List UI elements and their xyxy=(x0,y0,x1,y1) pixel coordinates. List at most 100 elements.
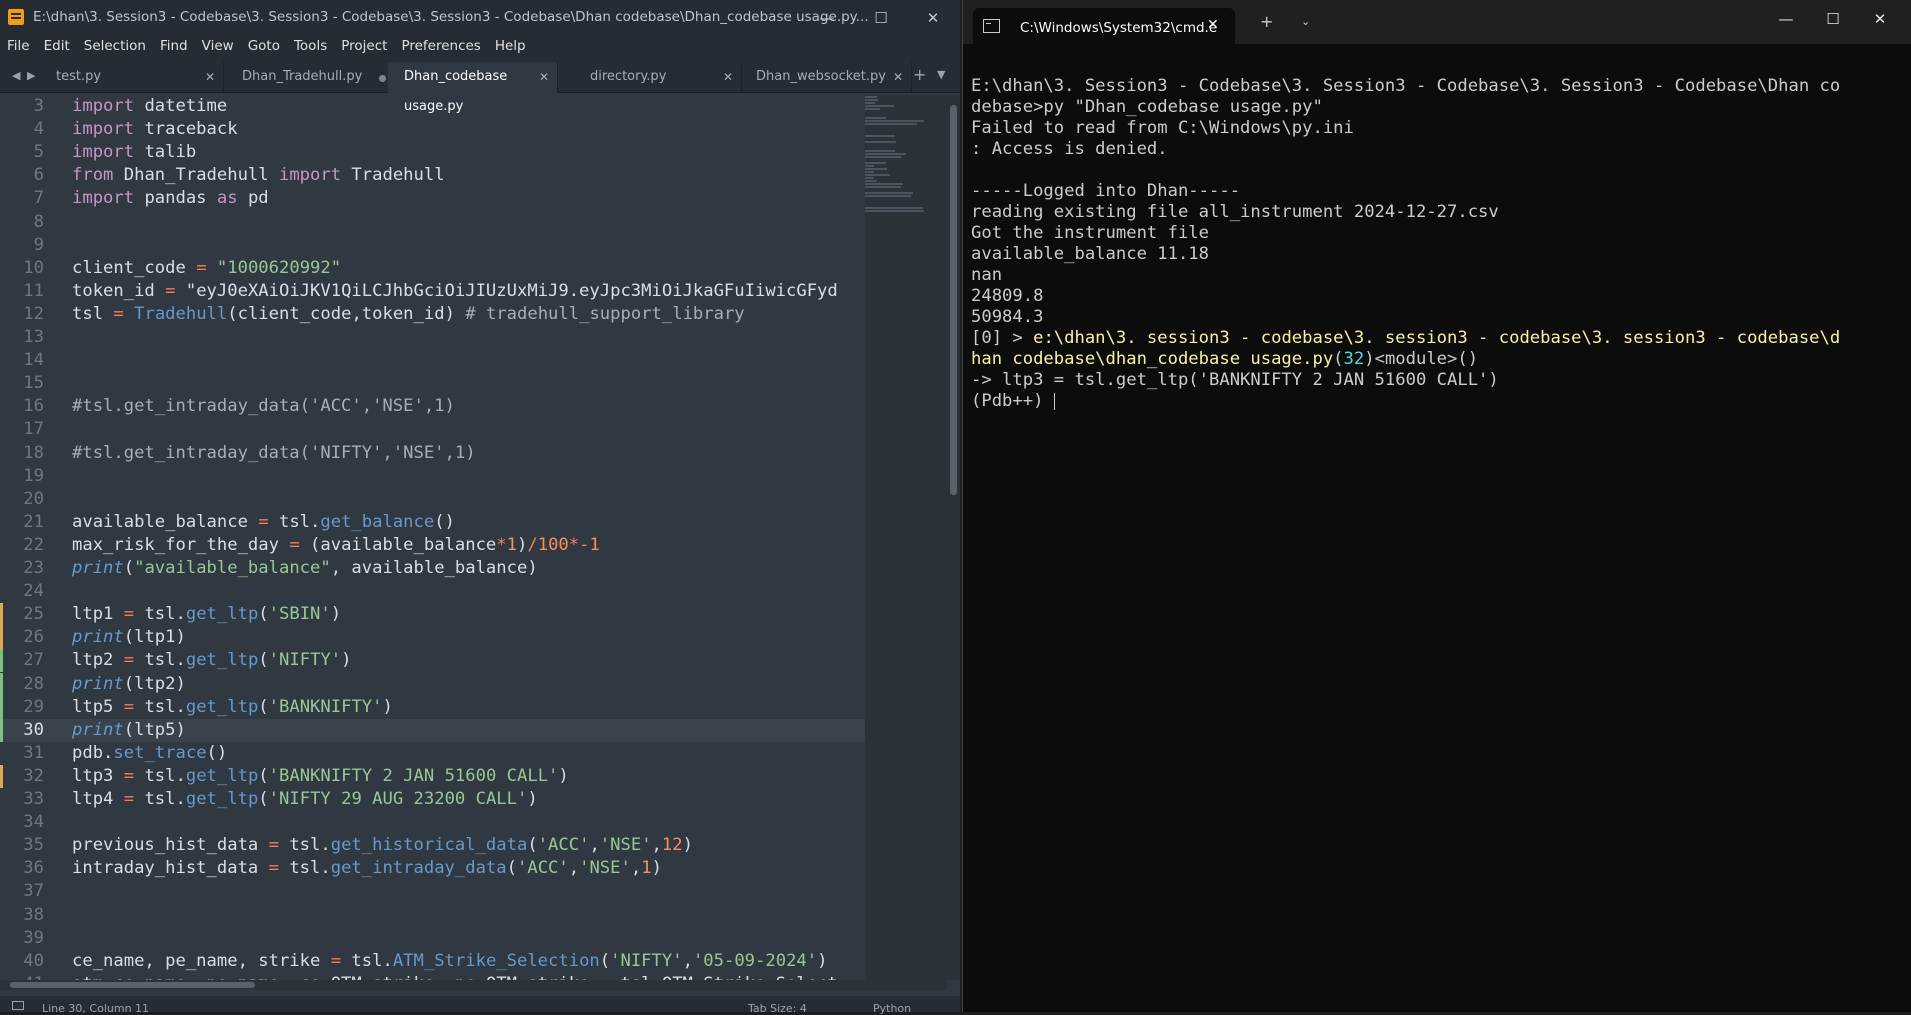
code-line[interactable]: 31 pdb.set_trace() xyxy=(0,742,865,765)
trace-prefix: [0] > xyxy=(971,328,1034,348)
vertical-scroll-thumb[interactable] xyxy=(950,105,957,495)
code-line[interactable]: 18 #tsl.get_intraday_data('NIFTY','NSE',1… xyxy=(0,442,865,465)
code-line[interactable]: 33 ltp4 = tsl.get_ltp('NIFTY 29 AUG 23200… xyxy=(0,788,865,811)
minimize-button[interactable]: — xyxy=(1764,10,1808,28)
close-button[interactable]: ✕ xyxy=(1858,10,1902,28)
tab-2[interactable]: Dhan_codebase usage.py ✕ xyxy=(388,62,558,114)
terminal-titlebar: C:\Windows\System32\cmd.e ✕ + ⌄ — ☐ ✕ xyxy=(963,0,1911,44)
code-line[interactable]: 26 print(ltp1) xyxy=(0,626,865,649)
pdb-prompt-line[interactable]: (Pdb++) xyxy=(971,391,1906,412)
code-line[interactable]: 21 available_balance = tsl.get_balance() xyxy=(0,511,865,534)
code-editor[interactable]: 3 import datetime 4 import traceback 5 import… xyxy=(0,95,960,980)
menu-view[interactable]: View xyxy=(195,35,241,54)
code-line[interactable]: 16 #tsl.get_intraday_data('ACC','NSE',1) xyxy=(0,395,865,418)
menu-edit[interactable]: Edit xyxy=(37,35,77,54)
maximize-button[interactable]: ☐ xyxy=(1811,10,1855,28)
terminal-tab[interactable]: C:\Windows\System32\cmd.e ✕ xyxy=(973,8,1235,44)
new-tab-plus-icon[interactable]: + xyxy=(913,65,926,84)
code-line[interactable]: 40 ce_name, pe_name, strike = tsl.ATM_Str… xyxy=(0,950,865,973)
code-line[interactable]: 27 ltp2 = tsl.get_ltp('NIFTY') xyxy=(0,649,865,672)
code-line[interactable]: 36 intraday_hist_data = tsl.get_intraday_… xyxy=(0,857,865,880)
code-line[interactable]: 7 import pandas as pd xyxy=(0,187,865,210)
code-line[interactable]: 32 ltp3 = tsl.get_ltp('BANKNIFTY 2 JAN 51… xyxy=(0,765,865,788)
terminal-output[interactable]: E:\dhan\3. Session3 - Codebase\3. Sessio… xyxy=(971,76,1906,412)
close-tab-icon[interactable]: ✕ xyxy=(539,62,549,92)
code-line[interactable]: 34 xyxy=(0,811,865,834)
code-line[interactable]: 19 xyxy=(0,465,865,488)
menu-preferences[interactable]: Preferences xyxy=(394,35,487,54)
horizontal-scroll-thumb[interactable] xyxy=(10,982,255,988)
code-line[interactable]: 11 token_id = "eyJ0eXAiOiJKV1QiLCJhbGciOi… xyxy=(0,280,865,303)
close-tab-icon[interactable]: ✕ xyxy=(1207,17,1219,33)
code-line[interactable]: 22 max_risk_for_the_day = (available_bala… xyxy=(0,534,865,557)
code-text: ltp2 = tsl.get_ltp('NIFTY') xyxy=(72,650,352,671)
close-tab-icon[interactable]: ✕ xyxy=(205,62,215,92)
code-line[interactable]: 29 ltp5 = tsl.get_ltp('BANKNIFTY') xyxy=(0,696,865,719)
tab-3[interactable]: directory.py ✕ xyxy=(574,62,742,93)
menu-selection[interactable]: Selection xyxy=(77,35,153,54)
menu-help[interactable]: Help xyxy=(488,35,533,54)
tab-back-icon[interactable]: ◀ xyxy=(12,69,20,82)
code-line[interactable]: 4 import traceback xyxy=(0,118,865,141)
code-line[interactable]: 23 print("available_balance", available_b… xyxy=(0,557,865,580)
code-line[interactable]: 38 xyxy=(0,904,865,927)
code-line[interactable]: 6 from Dhan_Tradehull import Tradehull xyxy=(0,164,865,187)
line-number: 25 xyxy=(23,604,44,625)
trace-line-1: [0] > e:\dhan\3. session3 - codebase\3. … xyxy=(971,328,1906,349)
chevron-down-icon[interactable]: ⌄ xyxy=(1301,15,1310,28)
horizontal-scrollbar[interactable] xyxy=(0,980,947,990)
code-line[interactable]: 24 xyxy=(0,580,865,603)
code-line[interactable]: 39 xyxy=(0,927,865,950)
code-text: print(ltp1) xyxy=(72,627,186,648)
tab-4[interactable]: Dhan_websocket.py ✕ xyxy=(740,62,912,93)
tab-overflow-icon[interactable]: ▼ xyxy=(937,68,945,81)
code-line[interactable]: 8 xyxy=(0,211,865,234)
menu-file[interactable]: File xyxy=(0,35,37,54)
line-number: 5 xyxy=(33,142,44,163)
code-line[interactable]: 15 xyxy=(0,372,865,395)
code-line[interactable]: 14 xyxy=(0,349,865,372)
code-line[interactable]: 12 tsl = Tradehull(client_code,token_id) … xyxy=(0,303,865,326)
maximize-button[interactable]: ☐ xyxy=(859,5,903,31)
code-line[interactable]: 13 xyxy=(0,326,865,349)
code-line[interactable]: 9 xyxy=(0,234,865,257)
line-number: 26 xyxy=(23,627,44,648)
panel-toggle-icon[interactable] xyxy=(12,1001,24,1010)
sublime-logo-icon xyxy=(8,9,24,25)
close-tab-icon[interactable]: ✕ xyxy=(723,62,733,92)
tab-size[interactable]: Tab Size: 4 xyxy=(748,1002,807,1015)
code-line[interactable]: 3 import datetime xyxy=(0,95,865,118)
line-number: 17 xyxy=(23,419,44,440)
code-text: print("available_balance", available_bal… xyxy=(72,558,538,578)
unsaved-dot-icon[interactable] xyxy=(379,75,386,82)
code-line[interactable]: 41 otm_ce_name, pe_name, ce_OTM_strike, p… xyxy=(0,973,865,980)
tab-forward-icon[interactable]: ▶ xyxy=(27,69,35,82)
line-number: 32 xyxy=(23,765,44,786)
menu-find[interactable]: Find xyxy=(153,35,195,54)
code-line[interactable]: 17 xyxy=(0,418,865,441)
code-line[interactable]: 37 xyxy=(0,880,865,903)
code-line[interactable]: 28 print(ltp2) xyxy=(0,673,865,696)
minimize-button[interactable]: — xyxy=(805,5,849,31)
code-line[interactable]: 10 client_code = "1000620992" xyxy=(0,257,865,280)
menu-project[interactable]: Project xyxy=(334,35,394,54)
minimap[interactable] xyxy=(865,95,947,980)
code-line[interactable]: 5 import talib xyxy=(0,141,865,164)
code-line[interactable]: 20 xyxy=(0,488,865,511)
code-line[interactable]: 35 previous_hist_data = tsl.get_historica… xyxy=(0,834,865,857)
close-tab-icon[interactable]: ✕ xyxy=(893,62,903,92)
code-line[interactable]: 30 print(ltp5) xyxy=(0,718,865,742)
menu-goto[interactable]: Goto xyxy=(241,35,287,54)
close-button[interactable]: ✕ xyxy=(911,5,955,31)
tab-0[interactable]: test.py ✕ xyxy=(40,62,224,93)
code-text: intraday_hist_data = tsl.get_intraday_da… xyxy=(72,858,662,879)
line-number: 24 xyxy=(23,581,44,602)
minimap-line xyxy=(865,96,877,98)
tab-1[interactable]: Dhan_Tradehull.py xyxy=(226,62,400,93)
menu-tools[interactable]: Tools xyxy=(287,35,334,54)
vertical-scrollbar[interactable] xyxy=(947,95,960,980)
syntax-mode[interactable]: Python xyxy=(873,1002,911,1015)
new-tab-plus-icon[interactable]: + xyxy=(1260,12,1273,31)
line-number: 7 xyxy=(33,188,44,209)
code-line[interactable]: 25 ltp1 = tsl.get_ltp('SBIN') xyxy=(0,603,865,626)
